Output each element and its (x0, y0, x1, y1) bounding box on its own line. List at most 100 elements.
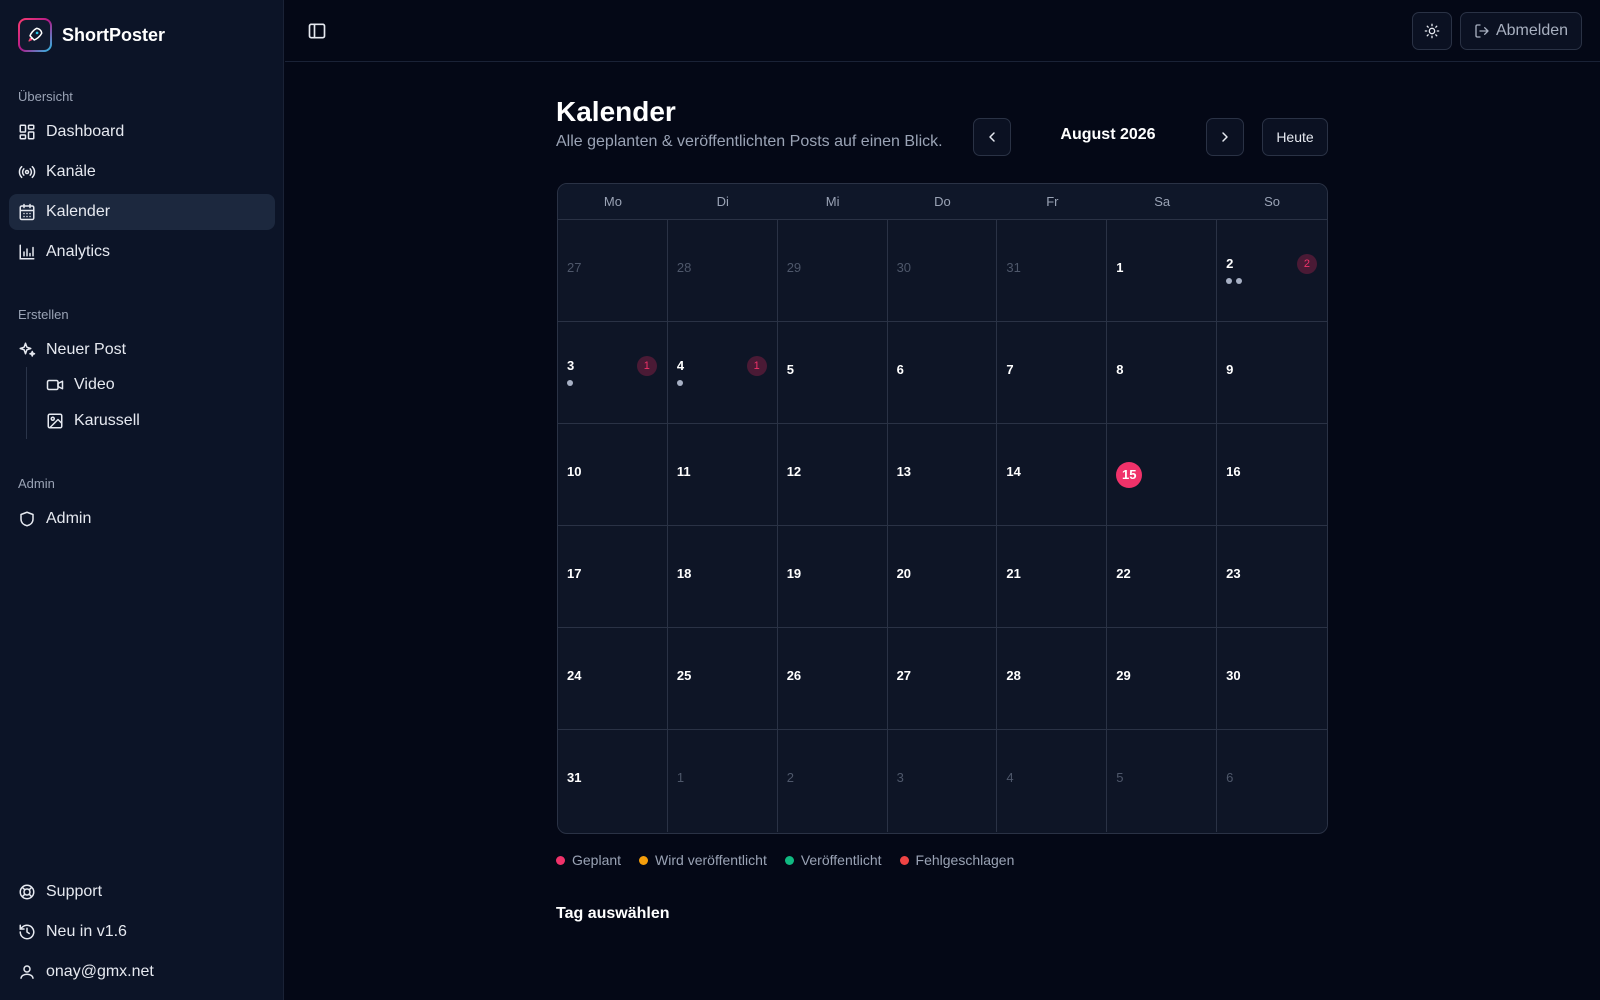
calendar-day[interactable]: 31 (558, 322, 668, 424)
legend-item: Fehlgeschlagen (899, 852, 1014, 868)
calendar-day[interactable]: 16 (1217, 424, 1327, 526)
calendar-day[interactable]: 1 (667, 730, 778, 832)
sidebar-item-user[interactable]: onay@gmx.net (9, 954, 275, 990)
day-number: 4 (676, 358, 685, 373)
sidebar-item-calendar[interactable]: Kalender (9, 194, 275, 230)
post-dot[interactable] (1236, 278, 1243, 284)
calendar-day[interactable]: 20 (887, 526, 998, 628)
day-number: 3 (896, 770, 904, 785)
weekday-label: Mi (825, 194, 840, 209)
submenu-line (26, 367, 27, 439)
calendar-day[interactable]: 21 (997, 526, 1108, 628)
today-button[interactable]: Heute (1262, 118, 1328, 156)
sidebar-item-carousel[interactable]: Karussell (37, 403, 275, 439)
shield-icon (20, 511, 34, 527)
post-dot[interactable] (1226, 278, 1233, 284)
calendar-day[interactable]: 6 (887, 322, 998, 424)
bar-chart-icon (19, 244, 35, 260)
calendar-icon (19, 203, 35, 221)
sidebar-item-label: Kalender (46, 203, 111, 220)
calendar-day[interactable]: 3 (887, 730, 998, 832)
post-dot[interactable] (676, 380, 683, 386)
calendar-day[interactable]: 2 (777, 730, 888, 832)
calendar-day[interactable]: 29 (1107, 628, 1218, 730)
calendar-day[interactable]: 31 (997, 220, 1108, 322)
sidebar-item-analytics[interactable]: Analytics (9, 234, 275, 270)
calendar-day[interactable]: 1 (1107, 220, 1218, 322)
calendar-day[interactable]: 31 (558, 730, 668, 832)
image-icon (47, 413, 63, 429)
sidebar-item-label: Neu in v1.6 (46, 923, 127, 940)
calendar-day[interactable]: 22 (1217, 220, 1327, 322)
calendar-day[interactable]: 29 (777, 220, 888, 322)
calendar-day[interactable]: 19 (777, 526, 888, 628)
calendar-day[interactable]: 23 (1217, 526, 1327, 628)
calendar-day[interactable]: 28 (667, 220, 778, 322)
sidebar-item-new-post[interactable]: Neuer Post (9, 332, 275, 368)
day-number: 13 (896, 464, 912, 479)
calendar-day[interactable]: 4 (997, 730, 1108, 832)
calendar-day[interactable]: 22 (1107, 526, 1218, 628)
calendar-day[interactable]: 30 (887, 220, 998, 322)
legend-item: Geplant (556, 852, 621, 868)
legend-dot (784, 855, 794, 865)
chevron-left-icon (989, 132, 995, 142)
day-number: 12 (786, 464, 802, 479)
user-icon (20, 965, 34, 979)
day-number: 29 (1116, 668, 1131, 683)
calendar-day[interactable]: 24 (558, 628, 668, 730)
day-number: 8 (1116, 362, 1124, 377)
sidebar-item-video[interactable]: Video (37, 367, 275, 403)
calendar-day[interactable]: 27 (887, 628, 998, 730)
sidebar-item-channels[interactable]: Kanäle (9, 154, 275, 190)
calendar-day[interactable]: 17 (558, 526, 668, 628)
legend-dot (556, 855, 565, 865)
day-number: 2 (1226, 256, 1234, 271)
calendar-day[interactable]: 27 (558, 220, 668, 322)
calendar-day[interactable]: 6 (1217, 730, 1327, 832)
calendar-day[interactable]: 26 (777, 628, 888, 730)
calendar-day[interactable]: 28 (997, 628, 1108, 730)
calendar-day-today[interactable]: 15 (1107, 424, 1218, 526)
day-number: 4 (1006, 770, 1014, 785)
calendar-day[interactable]: 13 (887, 424, 998, 526)
sidebar-item-label: Karussell (74, 412, 140, 429)
theme-toggle-button[interactable] (1412, 12, 1452, 50)
prev-month-button[interactable] (973, 118, 1011, 156)
current-month: August 2026 (1060, 126, 1156, 143)
sidebar-item-whats-new[interactable]: Neu in v1.6 (9, 914, 275, 950)
brand[interactable]: ShortPoster (18, 18, 165, 52)
calendar-day[interactable]: 12 (777, 424, 888, 526)
day-number: 28 (1006, 668, 1021, 683)
broadcast-icon (18, 165, 36, 179)
sidebar-item-dashboard[interactable]: Dashboard (9, 114, 275, 150)
calendar-day[interactable]: 11 (667, 424, 778, 526)
next-month-button[interactable] (1206, 118, 1244, 156)
calendar-day[interactable]: 10 (558, 424, 668, 526)
sidebar-toggle-icon[interactable] (307, 21, 327, 41)
calendar-day[interactable]: 41 (667, 322, 778, 424)
legend-item: Veröffentlicht (784, 852, 882, 868)
calendar-day[interactable]: 7 (997, 322, 1108, 424)
calendar-day[interactable]: 25 (667, 628, 778, 730)
post-dot[interactable] (567, 380, 573, 386)
video-icon (46, 379, 64, 391)
day-number: 31 (1006, 260, 1021, 275)
logout-button[interactable]: Abmelden (1460, 12, 1582, 50)
calendar-day[interactable]: 18 (667, 526, 778, 628)
calendar-day[interactable]: 5 (1107, 730, 1218, 832)
post-dots (567, 380, 573, 386)
calendar-day[interactable]: 5 (777, 322, 888, 424)
calendar-day[interactable]: 9 (1217, 322, 1327, 424)
sidebar-item-label: Dashboard (46, 123, 125, 140)
weekday-label: Mo (603, 194, 622, 209)
page-subtitle: Alle geplanten & veröffentlichten Posts … (556, 133, 943, 150)
day-number: 17 (567, 566, 582, 581)
sidebar-item-label: onay@gmx.net (46, 963, 154, 980)
sidebar-item-support[interactable]: Support (9, 874, 275, 910)
calendar-day[interactable]: 14 (997, 424, 1108, 526)
sidebar-item-admin[interactable]: Admin (9, 501, 275, 537)
calendar-day[interactable]: 8 (1107, 322, 1218, 424)
sidebar-item-label: Neuer Post (46, 341, 127, 358)
calendar-day[interactable]: 30 (1217, 628, 1327, 730)
